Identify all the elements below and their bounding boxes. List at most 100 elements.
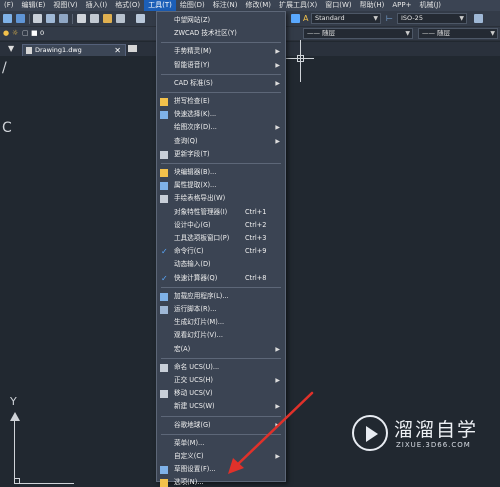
menubar-item[interactable]: 机械(J) [416,0,446,11]
crosshair-pickbox [297,55,304,62]
paste-icon[interactable] [103,14,112,23]
menu-item[interactable]: 绘图次序(D)... ▶ [157,121,285,134]
menu-item[interactable]: 快速选择(K)... [157,108,285,121]
menu-item[interactable]: ✓ 命令行(C) Ctrl+9 [157,245,285,258]
menu-item[interactable]: ✓ 快速计算器(Q) Ctrl+8 [157,272,285,285]
menu-item[interactable]: 块编辑器(B)... [157,166,285,179]
menu-item-label: 草图设置(F)... [174,465,216,474]
menu-item-label: 菜单(M)... [174,438,205,447]
copy-icon[interactable] [90,14,99,23]
menu-item[interactable]: 观看幻灯片(V)... [157,329,285,342]
toolbar-separator [72,14,73,24]
menu-item[interactable]: 新建 UCS(W) ▶ [157,400,285,413]
menubar-item[interactable]: APP+ [388,0,415,11]
menu-item[interactable]: 动态输入(D) [157,258,285,271]
tab-filename: Drawing1.dwg [35,46,82,54]
menubar-item[interactable]: 视图(V) [49,0,81,11]
light-bulb-icon[interactable]: ● [3,28,9,39]
undo-icon[interactable] [136,14,145,23]
menu-item-label: 手势精灵(M) [174,47,212,56]
menu-item[interactable]: 运行脚本(R)... [157,303,285,316]
layer-name[interactable]: 0 [40,29,44,37]
menu-item[interactable]: 生成幻灯片(M)... [157,316,285,329]
close-icon[interactable]: ✕ [114,45,121,56]
menubar-item[interactable]: 格式(O) [111,0,144,11]
menubar-item[interactable]: 编辑(E) [18,0,50,11]
menu-item[interactable]: 手势精灵(M) ▶ [157,45,285,58]
menu-item[interactable]: 谷歌地球(G) ▶ [157,419,285,432]
menubar-item[interactable]: 绘图(D) [176,0,209,11]
menubar-item[interactable]: 工具(T) [144,0,176,11]
menubar-item[interactable]: 窗口(W) [321,0,355,11]
menu-item[interactable]: 自定义(C) ▶ [157,450,285,463]
new-tab-icon[interactable] [128,45,137,52]
menubar-item[interactable]: 修改(M) [241,0,275,11]
menu-item[interactable]: 移动 UCS(V) [157,387,285,400]
lineweight-select[interactable]: —— 随层 ▼ [418,28,498,39]
menu-item[interactable]: 加载应用程序(L)... [157,290,285,303]
menu-item[interactable]: 拼写检查(E) [157,95,285,108]
menu-item[interactable]: 选项(N)... [157,476,285,487]
ucs-y-arrow-icon [10,412,20,421]
menu-item[interactable]: 菜单(M)... [157,437,285,450]
save-icon[interactable] [16,14,25,23]
menu-item[interactable]: 中望网站(Z) [157,14,285,27]
submenu-arrow-icon: ▶ [275,137,280,145]
menu-item-label: 属性提取(X)... [174,181,217,190]
menu-item[interactable]: 对象特性管理器(I) Ctrl+1 [157,206,285,219]
canvas-text-fragment: / [2,60,7,76]
checkmark-icon: ✓ [161,273,168,283]
layer-lock-icon[interactable]: ▢ [22,28,29,39]
tab-list-chevron-icon[interactable]: ▼ [8,44,14,53]
print-icon[interactable] [33,14,42,23]
menu-item[interactable]: 智能语音(Y) ▶ [157,59,285,72]
text-style-a-icon: A [303,14,309,23]
linetype-select[interactable]: —— 随层 ▼ [303,28,413,39]
menu-item[interactable]: 更新字段(T) [157,148,285,161]
menu-item[interactable]: ZWCAD 技术社区(Y) [157,27,285,40]
menu-item[interactable]: 设计中心(G) Ctrl+2 [157,219,285,232]
publish-icon[interactable] [59,14,68,23]
dim-style-value: ISO-25 [401,14,423,22]
attribute-extract-icon [160,182,168,191]
menu-item-label: 快速选择(K)... [174,110,217,119]
menu-item-label: 移动 UCS(V) [174,389,213,398]
menu-item[interactable]: 查询(Q) ▶ [157,135,285,148]
menu-item-label: 手绘表格导出(W) [174,194,226,203]
menu-item-shortcut: Ctrl+9 [245,247,267,256]
menu-item[interactable]: 手绘表格导出(W) [157,192,285,205]
tab-drawing1[interactable]: Drawing1.dwg ✕ [22,44,126,56]
menu-item-shortcut: Ctrl+1 [245,207,267,216]
menu-item[interactable]: 正交 UCS(H) ▶ [157,374,285,387]
chevron-down-icon: ▼ [490,30,495,37]
menu-item-label: CAD 标准(S) [174,78,213,87]
menubar-item[interactable]: 帮助(H) [356,0,389,11]
menubar-item[interactable]: 扩展工具(X) [275,0,321,11]
menubar-item[interactable]: (F) [0,0,18,11]
menu-separator [161,42,281,44]
sun-icon[interactable]: ☼ [12,28,18,39]
menu-item[interactable]: 属性提取(X)... [157,179,285,192]
menubar-item[interactable]: 标注(N) [209,0,242,11]
menubar-item[interactable]: 插入(I) [82,0,112,11]
text-style-icon[interactable] [291,14,300,23]
submenu-arrow-icon: ▶ [275,345,280,353]
dim-style-select[interactable]: ISO-25 ▼ [397,13,467,24]
menu-item[interactable]: CAD 标准(S) ▶ [157,77,285,90]
match-properties-icon[interactable] [116,14,125,23]
checkmark-icon: ✓ [161,247,168,257]
watermark-url: ZIXUE.3D66.COM [396,441,471,449]
menu-separator [161,92,281,93]
text-style-select[interactable]: Standard ▼ [311,13,381,24]
menu-item[interactable]: 宏(A) ▶ [157,343,285,356]
menu-item[interactable]: 草图设置(F)... [157,463,285,476]
options-gear-icon [160,479,168,487]
load-app-icon [160,292,168,301]
menu-item[interactable]: 工具选项板窗口(P) Ctrl+3 [157,232,285,245]
preview-icon[interactable] [46,14,55,23]
new-file-icon[interactable] [3,14,12,23]
menu-item[interactable]: 命名 UCS(U)... [157,361,285,374]
cut-icon[interactable] [77,14,86,23]
table-style-icon[interactable] [474,14,483,23]
linetype-value: —— 随层 [307,29,336,37]
